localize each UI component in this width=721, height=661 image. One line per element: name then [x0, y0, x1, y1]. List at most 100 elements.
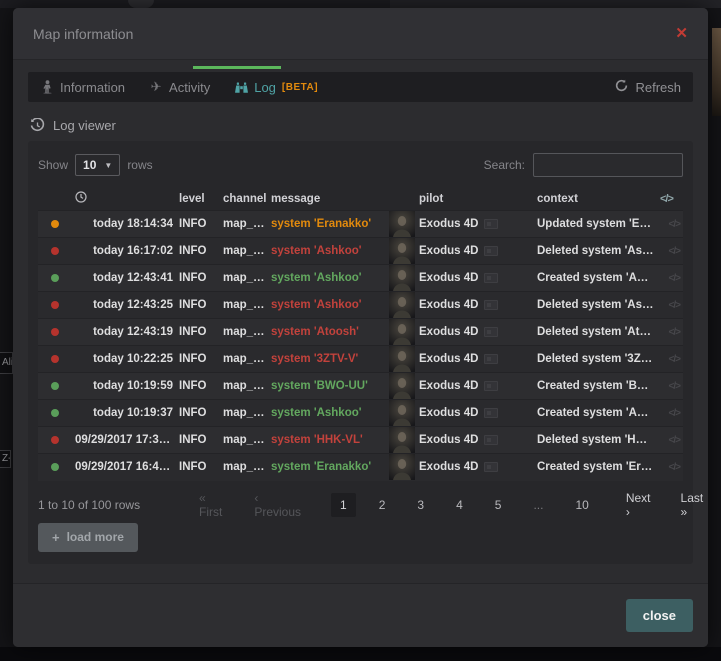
- code-icon[interactable]: </>: [669, 246, 680, 257]
- log-context: Created system 'Ashkoo' ...: [534, 400, 657, 427]
- log-message: system 'HHK-VL': [268, 427, 388, 454]
- log-channel: map_16: [220, 211, 268, 238]
- table-row[interactable]: 09/29/2017 16:41:17 INFO map_16 system '…: [38, 454, 683, 481]
- last-page-button[interactable]: Last »: [672, 486, 708, 524]
- table-row[interactable]: today 10:22:25 INFO map_16 system '3ZTV-…: [38, 346, 683, 373]
- log-level: INFO: [176, 427, 220, 454]
- id-card-icon[interactable]: [484, 300, 498, 310]
- id-card-icon[interactable]: [484, 435, 498, 445]
- pilot-avatar: [389, 400, 415, 426]
- page-button[interactable]: 2: [370, 493, 395, 517]
- load-more-button[interactable]: + load more: [38, 523, 138, 552]
- table-row[interactable]: today 12:43:19 INFO map_16 system 'Atoos…: [38, 319, 683, 346]
- page-button[interactable]: 4: [447, 493, 472, 517]
- code-cell: </>: [657, 346, 683, 373]
- channel-column-header[interactable]: channel: [220, 187, 268, 211]
- log-level: INFO: [176, 373, 220, 400]
- page-button[interactable]: 3: [408, 493, 433, 517]
- avatar-cell: [388, 427, 416, 454]
- page-size-select[interactable]: 10 ▼: [75, 154, 120, 176]
- id-card-icon[interactable]: [484, 381, 498, 391]
- status-cell: [38, 265, 72, 292]
- level-column-header[interactable]: level: [176, 187, 220, 211]
- table-row[interactable]: 09/29/2017 17:34:25 INFO map_16 system '…: [38, 427, 683, 454]
- code-icon[interactable]: </>: [669, 435, 680, 446]
- close-icon[interactable]: ✕: [675, 26, 688, 41]
- code-icon[interactable]: </>: [669, 219, 680, 230]
- status-column-header[interactable]: [38, 187, 72, 211]
- pilot-name: Exodus 4D: [419, 434, 478, 446]
- search-control: Search:: [484, 153, 683, 177]
- time-column-header[interactable]: [72, 187, 176, 211]
- log-context: Deleted system 'Atoosh' #...: [534, 319, 657, 346]
- table-row[interactable]: today 10:19:37 INFO map_16 system 'Ashko…: [38, 400, 683, 427]
- status-dot: [51, 247, 59, 255]
- tab-activity[interactable]: ✈ Activity: [149, 79, 210, 95]
- table-row[interactable]: today 12:43:25 INFO map_16 system 'Ashko…: [38, 292, 683, 319]
- page-ellipsis: ...: [524, 493, 552, 517]
- pilot-cell: Exodus 4D: [416, 454, 534, 481]
- page-button[interactable]: 1: [331, 493, 356, 517]
- log-table: level channel message pilot context </> …: [38, 187, 683, 481]
- page-button[interactable]: 10: [566, 493, 597, 517]
- table-row[interactable]: today 10:19:59 INFO map_16 system 'BWO-U…: [38, 373, 683, 400]
- code-icon[interactable]: </>: [669, 462, 680, 473]
- code-icon[interactable]: </>: [669, 300, 680, 311]
- code-icon[interactable]: </>: [669, 327, 680, 338]
- log-message: system 'Ashkoo': [268, 238, 388, 265]
- log-time: 09/29/2017 16:41:17: [72, 454, 176, 481]
- code-column-header[interactable]: </>: [657, 187, 683, 211]
- first-page-button[interactable]: « First: [190, 486, 231, 524]
- code-cell: </>: [657, 319, 683, 346]
- id-card-icon[interactable]: [484, 327, 498, 337]
- refresh-icon: [615, 79, 628, 95]
- previous-page-button[interactable]: ‹ Previous: [245, 486, 310, 524]
- pilot-cell: Exodus 4D: [416, 292, 534, 319]
- plane-icon: ✈: [149, 79, 163, 95]
- context-column-header[interactable]: context: [534, 187, 657, 211]
- pilot-column-header[interactable]: pilot: [416, 187, 534, 211]
- page-size-value: 10: [83, 158, 96, 172]
- pilot-name: Exodus 4D: [419, 272, 478, 284]
- refresh-button[interactable]: Refresh: [615, 79, 681, 95]
- pilot-name: Exodus 4D: [419, 326, 478, 338]
- close-button[interactable]: close: [626, 599, 693, 632]
- dialog-title: Map information: [33, 26, 133, 42]
- log-message: system 'Eranakko': [268, 211, 388, 238]
- pilot-cell: Exodus 4D: [416, 319, 534, 346]
- tab-log[interactable]: Log [BETA]: [234, 80, 318, 95]
- log-time: today 10:22:25: [72, 346, 176, 373]
- id-card-icon[interactable]: [484, 219, 498, 229]
- pilot-avatar: [389, 238, 415, 264]
- code-icon[interactable]: </>: [669, 381, 680, 392]
- id-card-icon[interactable]: [484, 273, 498, 283]
- id-card-icon[interactable]: [484, 462, 498, 472]
- table-row[interactable]: today 16:17:02 INFO map_16 system 'Ashko…: [38, 238, 683, 265]
- code-cell: </>: [657, 265, 683, 292]
- pilot-name: Exodus 4D: [419, 461, 478, 473]
- next-page-button[interactable]: Next ›: [617, 486, 660, 524]
- id-card-icon[interactable]: [484, 246, 498, 256]
- status-dot: [51, 382, 59, 390]
- table-row[interactable]: today 12:43:41 INFO map_16 system 'Ashko…: [38, 265, 683, 292]
- status-dot: [51, 355, 59, 363]
- code-icon[interactable]: </>: [669, 408, 680, 419]
- page-button[interactable]: 5: [486, 493, 511, 517]
- search-input[interactable]: [533, 153, 683, 177]
- log-context: Updated system 'Eranakk...: [534, 211, 657, 238]
- log-message: system 'Eranakko': [268, 454, 388, 481]
- pilot-name: Exodus 4D: [419, 407, 478, 419]
- table-row[interactable]: today 18:14:34 INFO map_16 system 'Erana…: [38, 211, 683, 238]
- code-icon[interactable]: </>: [669, 273, 680, 284]
- message-column-header[interactable]: message: [268, 187, 388, 211]
- plus-icon: +: [52, 530, 60, 545]
- code-icon[interactable]: </>: [669, 354, 680, 365]
- pilot-cell: Exodus 4D: [416, 373, 534, 400]
- tab-information[interactable]: Information: [40, 80, 125, 95]
- id-card-icon[interactable]: [484, 408, 498, 418]
- id-card-icon[interactable]: [484, 354, 498, 364]
- avatar-cell: [388, 454, 416, 481]
- pilot-name: Exodus 4D: [419, 245, 478, 257]
- tab-label: Activity: [169, 80, 210, 95]
- pilot-name: Exodus 4D: [419, 353, 478, 365]
